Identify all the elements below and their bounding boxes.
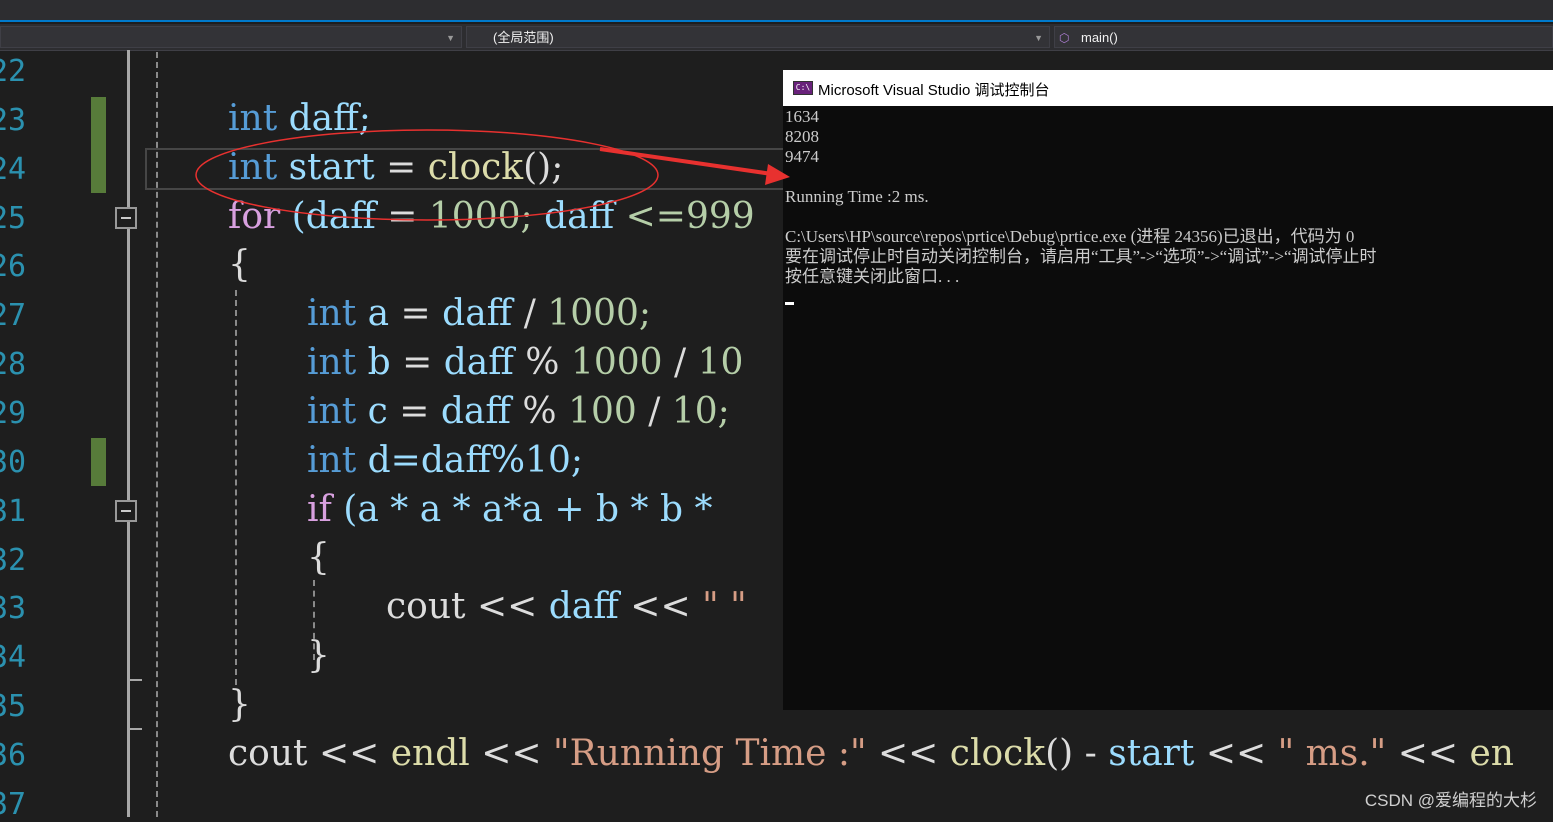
console-title-bar[interactable]: C:\ Microsoft Visual Studio 调试控制台 xyxy=(783,70,1553,106)
console-output: 1634 8208 9474 Running Time :2 ms. C:\Users\… xyxy=(785,107,1551,707)
console-line: 1634 xyxy=(785,107,819,126)
console-line: 按任意键关闭此窗口. . . xyxy=(785,267,960,286)
watermark: CSDN @爱编程的大杉 xyxy=(1364,791,1537,810)
console-line: C:\Users\HP\source\repos\prtice\Debug\pr… xyxy=(785,227,1355,246)
debug-console-window[interactable]: C:\ Microsoft Visual Studio 调试控制台 1634 82… xyxy=(783,70,1553,710)
console-line: Running Time :2 ms. xyxy=(785,187,929,206)
console-cursor xyxy=(785,302,794,305)
console-line: 9474 xyxy=(785,147,819,166)
annotation-ellipse xyxy=(195,129,659,221)
console-title: Microsoft Visual Studio 调试控制台 xyxy=(818,82,1050,99)
console-line: 8208 xyxy=(785,127,819,146)
console-line: 要在调试停止时自动关闭控制台，请启用“工具”->“选项”->“调试”->“调试停… xyxy=(785,247,1377,266)
console-app-icon: C:\ xyxy=(793,81,813,95)
